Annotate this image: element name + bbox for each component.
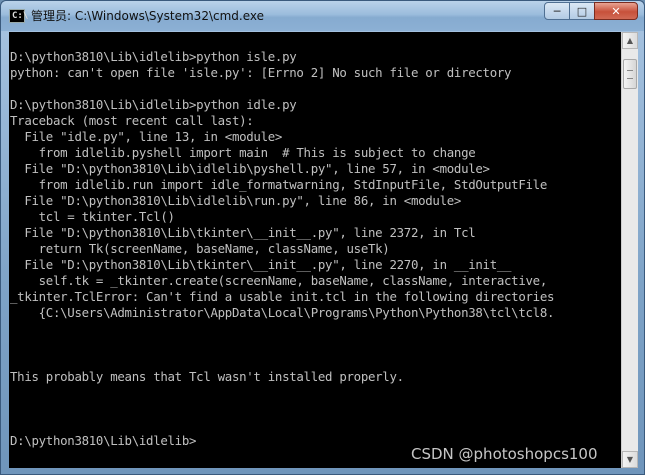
console-line: _tkinter.TclError: Can't find a usable i… xyxy=(10,289,555,304)
cmd-window: C:\ 管理员: C:\Windows\System32\cmd.exe ─ □… xyxy=(0,0,645,475)
cmd-app-icon: C:\ xyxy=(9,9,28,23)
scroll-down-button[interactable]: ▼ xyxy=(622,451,638,468)
close-button[interactable]: ✕ xyxy=(594,2,638,20)
console-line: D:\python3810\Lib\idlelib>python idle.py xyxy=(10,97,297,112)
console-text: D:\python3810\Lib\idlelib>python isle.py… xyxy=(9,32,621,449)
console-output[interactable]: D:\python3810\Lib\idlelib>python isle.py… xyxy=(9,32,621,468)
scroll-up-button[interactable]: ▲ xyxy=(622,32,638,49)
console-line: This probably means that Tcl wasn't inst… xyxy=(10,369,404,384)
scroll-thumb[interactable] xyxy=(623,59,637,89)
console-line: D:\python3810\Lib\idlelib>python isle.py xyxy=(10,49,297,64)
console-line: self.tk = _tkinter.create(screenName, ba… xyxy=(10,273,548,288)
console-line: from idlelib.pyshell import main # This … xyxy=(10,145,476,160)
maximize-button[interactable]: □ xyxy=(569,2,595,20)
csdn-watermark: CSDN @photoshopcs100 xyxy=(411,445,598,463)
console-line: File "D:\python3810\Lib\tkinter\__init__… xyxy=(10,225,476,240)
console-line: return Tk(screenName, baseName, classNam… xyxy=(10,241,390,256)
console-line: File "D:\python3810\Lib\idlelib\pyshell.… xyxy=(10,161,490,176)
console-line: python: can't open file 'isle.py': [Errn… xyxy=(10,65,512,80)
window-title: 管理员: C:\Windows\System32\cmd.exe xyxy=(31,9,264,23)
console-line: File "D:\python3810\Lib\idlelib\run.py",… xyxy=(10,193,462,208)
vertical-scrollbar[interactable]: ▲ ▼ xyxy=(621,32,638,468)
console-line: from idlelib.run import idle_formatwarni… xyxy=(10,177,548,192)
minimize-button[interactable]: ─ xyxy=(544,2,570,20)
console-line: File "idle.py", line 13, in <module> xyxy=(10,129,283,144)
title-bar[interactable]: C:\ 管理员: C:\Windows\System32\cmd.exe ─ □… xyxy=(1,1,644,31)
caption-buttons: ─ □ ✕ xyxy=(544,2,638,20)
console-line: File "D:\python3810\Lib\tkinter\__init__… xyxy=(10,257,512,272)
console-line: Traceback (most recent call last): xyxy=(10,113,254,128)
console-line: tcl = tkinter.Tcl() xyxy=(10,209,175,224)
console-line: {C:\Users\Administrator\AppData\Local\Pr… xyxy=(10,305,555,320)
